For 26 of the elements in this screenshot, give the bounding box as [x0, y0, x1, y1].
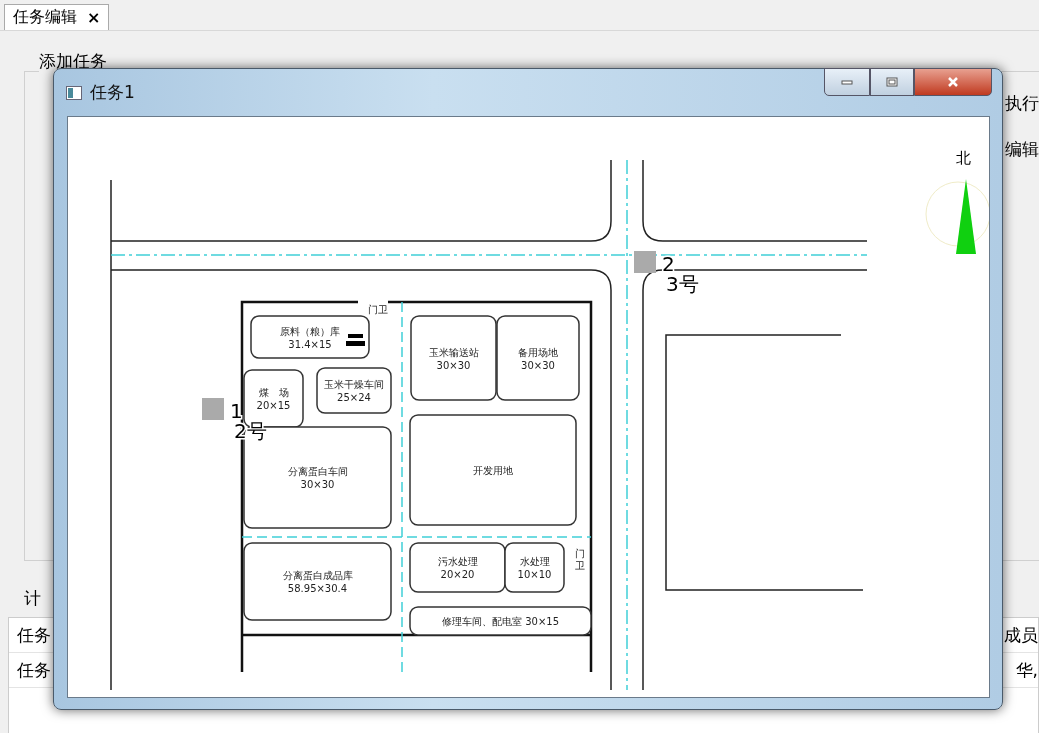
building-label: 分离蛋白车间 30×30 — [287, 466, 348, 490]
building-label: 原料（粮）库 31.4×15 — [280, 325, 340, 350]
table-cell-text: 任务 — [16, 658, 52, 682]
building-label: 分离蛋白成品库 58.95×30.4 — [282, 570, 353, 594]
marker-number: 1 — [230, 399, 243, 423]
window-title: 任务1 — [90, 81, 135, 104]
building-label: 备用场地 30×30 — [518, 346, 558, 371]
editor-tab[interactable]: 任务编辑 × — [4, 4, 110, 30]
building-label: 修理车间、配电室 30×15 — [442, 616, 559, 627]
gate-label: 门卫 — [575, 548, 585, 571]
north-label: 北 — [956, 149, 971, 167]
field-label: 编辑 — [1004, 138, 1039, 161]
building-label: 煤 场 20×15 — [256, 387, 291, 411]
column-header: 任务 — [16, 623, 52, 647]
close-icon[interactable]: × — [87, 8, 101, 27]
building-label: 玉米干燥车间 25×24 — [324, 379, 384, 403]
building-label: 开发用地 — [473, 465, 513, 476]
field-label: 执行 — [1004, 92, 1039, 115]
column-header: 成员 — [1003, 623, 1038, 647]
building-label: 污水处理 20×20 — [437, 556, 478, 580]
section-label: 计 — [24, 587, 41, 610]
building-label: 玉米输送站 30×30 — [428, 346, 479, 371]
gate-label: 门卫 — [368, 304, 388, 315]
building-label: 水处理 10×10 — [517, 556, 552, 580]
marker-label: 3号 — [666, 272, 699, 296]
table-cell-text: 华, — [1014, 658, 1038, 682]
